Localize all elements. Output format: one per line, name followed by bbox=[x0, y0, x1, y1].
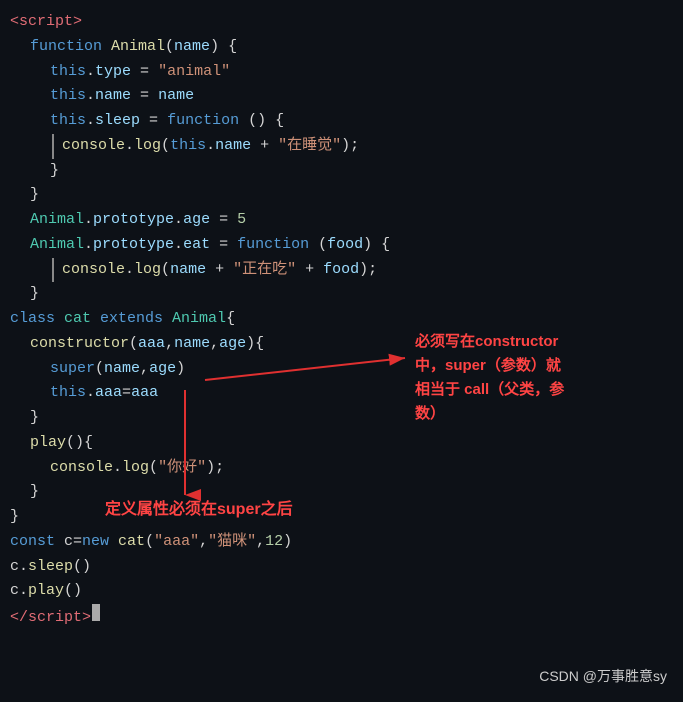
code-line: this.name = name bbox=[10, 84, 683, 109]
code-line: </script> bbox=[10, 604, 683, 631]
code-line: this.type = "animal" bbox=[10, 60, 683, 85]
code-line: class cat extends Animal{ bbox=[10, 307, 683, 332]
code-line: this.aaa=aaa bbox=[10, 381, 683, 406]
code-line: Animal.prototype.eat = function (food) { bbox=[10, 233, 683, 258]
code-line: c.play() bbox=[10, 579, 683, 604]
code-line: constructor(aaa,name,age){ bbox=[10, 332, 683, 357]
code-line: console.log(name + "正在吃" + food); bbox=[10, 258, 683, 283]
code-line: Animal.prototype.age = 5 bbox=[10, 208, 683, 233]
code-line: } bbox=[10, 159, 683, 184]
code-line: function Animal(name) { bbox=[10, 35, 683, 60]
code-line: console.log("你好"); bbox=[10, 456, 683, 481]
annotation-define: 定义属性必须在super之后 bbox=[105, 498, 293, 522]
code-line: console.log(this.name + "在睡觉"); bbox=[10, 134, 683, 159]
code-editor: <script> function Animal(name) { this.ty… bbox=[0, 0, 683, 702]
code-line: c.sleep() bbox=[10, 555, 683, 580]
code-line: <script> bbox=[10, 10, 683, 35]
watermark: CSDN @万事胜意sy bbox=[539, 665, 667, 688]
code-line: } bbox=[10, 183, 683, 208]
code-line: play(){ bbox=[10, 431, 683, 456]
code-line: const c=new cat("aaa","猫咪",12) bbox=[10, 530, 683, 555]
annotation-super: 必须写在constructor中，super（参数）就相当于 call（父类，参… bbox=[415, 330, 564, 426]
code-line: this.sleep = function () { bbox=[10, 109, 683, 134]
code-line: super(name,age) bbox=[10, 357, 683, 382]
code-line: } bbox=[10, 406, 683, 431]
code-line: } bbox=[10, 282, 683, 307]
